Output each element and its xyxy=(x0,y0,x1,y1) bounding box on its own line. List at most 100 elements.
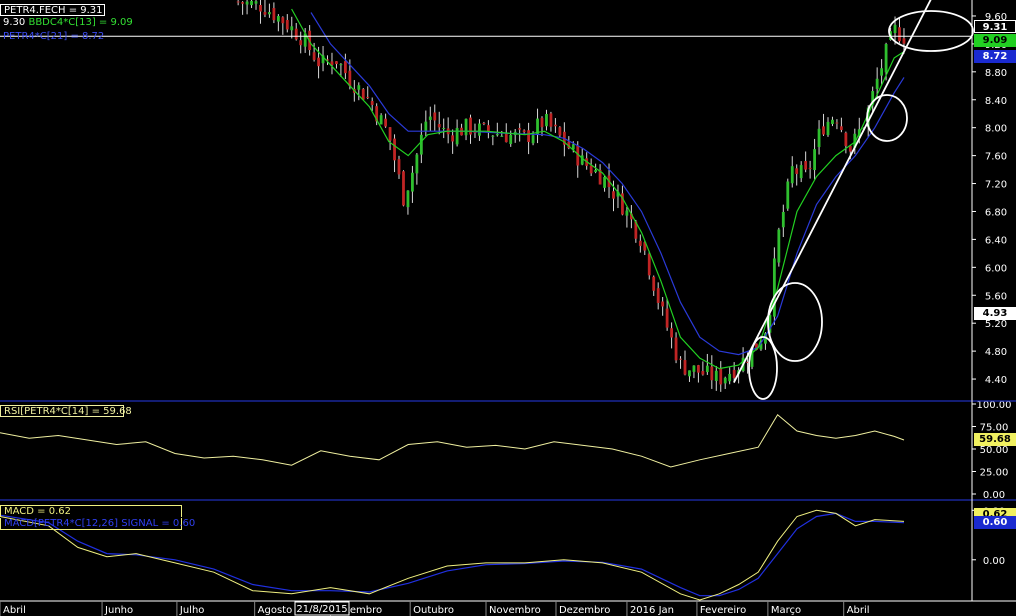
rsi-badge: 59.68 xyxy=(974,433,1016,446)
price-tick-label: 8.00 xyxy=(985,124,1007,135)
candle-body xyxy=(495,134,499,136)
candle-body xyxy=(603,176,606,188)
candle-body xyxy=(674,337,678,361)
close-badge: 9.31 xyxy=(974,20,1016,33)
macd-legend: MACD = 0.62 xyxy=(0,505,182,517)
candle-body xyxy=(884,43,888,73)
candle-body xyxy=(290,26,294,31)
candle-body xyxy=(683,360,687,375)
candle-body xyxy=(817,128,821,148)
price-legend-close: PETR4.FECH = 9.31 xyxy=(0,4,105,16)
time-tick-label: Outubro xyxy=(413,605,454,616)
signal-legend: MACD[PETR4*C[12,26] SIGNAL = 0.60 xyxy=(0,518,195,530)
candle-body xyxy=(263,12,267,15)
marker-badge: 4.93 xyxy=(974,307,1016,320)
rsi-tick-label: 100.00 xyxy=(977,400,1012,411)
time-tick-label: 2016 Jan xyxy=(630,605,674,616)
candle-body xyxy=(875,78,879,89)
time-tick-label: Agosto xyxy=(258,605,293,616)
price-tick-label: 7.20 xyxy=(985,180,1007,191)
candle-body xyxy=(728,373,732,382)
price-legend-ma-green: 9.30 BBDC4*C[13] = 9.09 xyxy=(0,17,133,29)
candle-body xyxy=(285,19,289,30)
candle-body xyxy=(361,89,365,100)
candle-body xyxy=(844,132,848,146)
candle-body xyxy=(241,2,245,4)
time-tick-label: Novembro xyxy=(489,605,541,616)
candle-body xyxy=(822,126,825,135)
candle-body xyxy=(254,1,258,4)
candle-body xyxy=(272,8,276,21)
price-legend-ma-blue: PETR4*C[21] = 8.72 xyxy=(3,31,105,42)
candle-body xyxy=(317,57,320,67)
candle-body xyxy=(625,210,629,216)
candle-body xyxy=(518,128,522,130)
candle-body xyxy=(790,166,794,184)
candle-body xyxy=(500,135,504,137)
candle-body xyxy=(451,135,455,142)
candle-body xyxy=(402,171,405,206)
candle-body xyxy=(893,24,897,34)
candle-body xyxy=(540,117,544,128)
rsi-tick-label: 75.00 xyxy=(980,423,1009,434)
time-tick-label: Abril xyxy=(847,605,870,616)
candle-body xyxy=(697,365,700,373)
candle-body xyxy=(839,126,843,130)
candle-body xyxy=(504,133,508,143)
candle-body xyxy=(835,122,839,124)
candle-body xyxy=(384,118,388,127)
candle-body xyxy=(433,112,437,121)
candle-body xyxy=(732,369,736,379)
candle-body xyxy=(250,0,253,6)
candle-body xyxy=(723,377,727,384)
candle-body xyxy=(795,168,799,174)
time-tick-label: Março xyxy=(771,605,801,616)
time-tick-label: Julho xyxy=(179,605,205,616)
price-tick-label: 6.40 xyxy=(985,235,1007,246)
candle-body xyxy=(455,127,459,145)
candle-body xyxy=(545,113,548,127)
candle-body xyxy=(522,130,526,133)
price-tick-label: 5.60 xyxy=(985,291,1007,302)
signal-badge: 0.60 xyxy=(974,516,1016,529)
candle-body xyxy=(688,370,691,377)
candle-body xyxy=(268,12,271,15)
candle-body xyxy=(415,154,419,174)
candle-body xyxy=(294,28,298,40)
candle-body xyxy=(281,17,285,24)
candle-body xyxy=(656,288,660,303)
candle-body xyxy=(366,96,370,98)
ma-green-badge: 9.09 xyxy=(974,34,1016,47)
candle-body xyxy=(701,370,705,375)
candle-body xyxy=(719,368,723,385)
candle-body xyxy=(357,85,361,90)
candle-body xyxy=(612,191,615,199)
cursor-date-label: 21/8/2015 xyxy=(296,604,347,615)
candle-body xyxy=(379,115,383,125)
rsi-tick-label: 50.00 xyxy=(980,445,1009,456)
price-tick-label: 4.40 xyxy=(985,375,1007,386)
candle-body xyxy=(531,135,535,144)
candle-body xyxy=(831,119,834,125)
candle-body xyxy=(397,159,401,175)
candle-body xyxy=(482,122,486,124)
candle-body xyxy=(549,113,553,127)
candle-body xyxy=(312,52,316,60)
candle-body xyxy=(880,68,884,76)
rsi-tick-label: 0.00 xyxy=(983,490,1005,501)
candle-body xyxy=(647,253,651,276)
candle-body xyxy=(370,101,374,105)
candle-body xyxy=(276,16,280,22)
rsi-legend: RSI[PETR4*C[14] = 59.68 xyxy=(0,405,132,417)
candle-body xyxy=(343,61,347,74)
candle-body xyxy=(799,165,803,179)
candle-body xyxy=(661,301,665,307)
candle-body xyxy=(665,308,669,328)
time-tick-label: Junho xyxy=(104,605,133,616)
candle-body xyxy=(705,365,709,373)
price-tick-label: 6.80 xyxy=(985,207,1007,218)
candle-body xyxy=(424,121,428,131)
candle-body xyxy=(406,190,410,208)
candle-body xyxy=(777,229,781,263)
candle-body xyxy=(848,145,852,152)
